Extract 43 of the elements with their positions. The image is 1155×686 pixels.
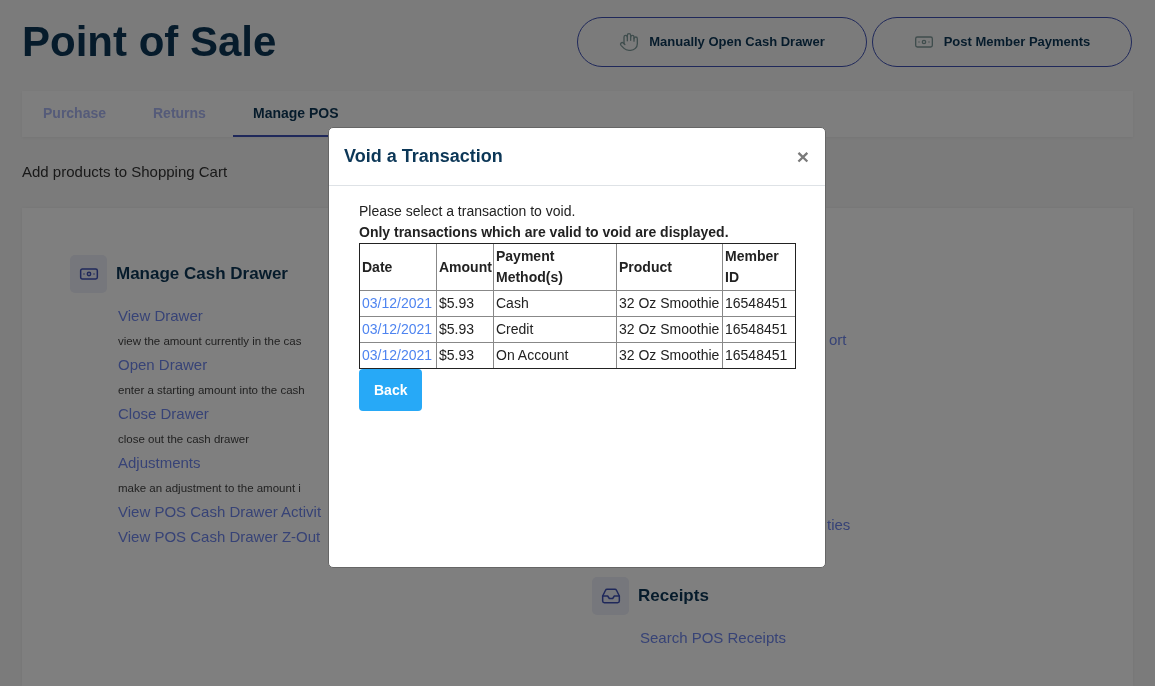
link-description: close out the cash drawer bbox=[118, 431, 250, 447]
table-cell: 32 Oz Smoothie bbox=[616, 290, 723, 317]
column-header: Date bbox=[359, 243, 437, 291]
section-heading: Manage Cash Drawer bbox=[116, 263, 288, 286]
modal-title: Void a Transaction bbox=[344, 145, 503, 168]
link-description: make an adjustment to the amount i bbox=[118, 480, 301, 496]
table-cell: On Account bbox=[493, 342, 617, 369]
table-cell: $5.93 bbox=[436, 290, 494, 317]
nav-link[interactable]: Search POS Receipts bbox=[640, 626, 786, 651]
nav-link[interactable]: View Drawer bbox=[118, 304, 203, 329]
note-text: Only transactions which are valid to void are displayed. bbox=[359, 223, 729, 242]
hand-icon bbox=[619, 32, 640, 52]
nav-link[interactable]: Open Drawer bbox=[118, 353, 208, 378]
inbox-icon bbox=[592, 577, 629, 615]
table-cell: 32 Oz Smoothie bbox=[616, 342, 723, 369]
page-subtitle: Add products to Shopping Cart bbox=[22, 162, 228, 182]
table-cell: Cash bbox=[493, 290, 617, 317]
date-link[interactable]: 03/12/2021 bbox=[362, 347, 433, 363]
nav-link[interactable]: Adjustments bbox=[118, 451, 201, 476]
column-header: Product bbox=[616, 243, 723, 291]
section-heading: Receipts bbox=[638, 585, 709, 608]
column-header: Payment Method(s) bbox=[493, 243, 617, 291]
column-header: Amount bbox=[436, 243, 494, 291]
instruction-text: Please select a transaction to void. bbox=[359, 202, 576, 221]
close-button[interactable]: × bbox=[796, 146, 809, 167]
table-cell: 32 Oz Smoothie bbox=[616, 316, 723, 343]
nav-link[interactable]: View POS Cash Drawer Z-Out bbox=[118, 524, 321, 549]
back-button[interactable]: Back bbox=[359, 369, 423, 411]
post-payments-button[interactable]: Post Member Payments bbox=[872, 17, 1132, 67]
nav-link[interactable]: Close Drawer bbox=[118, 402, 209, 427]
table-cell: $5.93 bbox=[436, 316, 494, 343]
page-title: Point of Sale bbox=[22, 17, 277, 67]
banknote-icon bbox=[70, 255, 107, 293]
link-description: enter a starting amount into the cash bbox=[118, 382, 305, 398]
nav-link[interactable]: ort bbox=[829, 328, 847, 353]
open-cash-drawer-button[interactable]: Manually Open Cash Drawer bbox=[577, 17, 867, 67]
date-link[interactable]: 03/12/2021 bbox=[362, 295, 433, 311]
table-cell: Credit bbox=[493, 316, 617, 343]
nav-link[interactable]: ties bbox=[827, 512, 851, 537]
link-description: view the amount currently in the cas bbox=[118, 333, 302, 349]
nav-link[interactable]: View POS Cash Drawer Activit bbox=[118, 500, 322, 525]
table-cell: $5.93 bbox=[436, 342, 494, 369]
date-link[interactable]: 03/12/2021 bbox=[362, 321, 433, 337]
